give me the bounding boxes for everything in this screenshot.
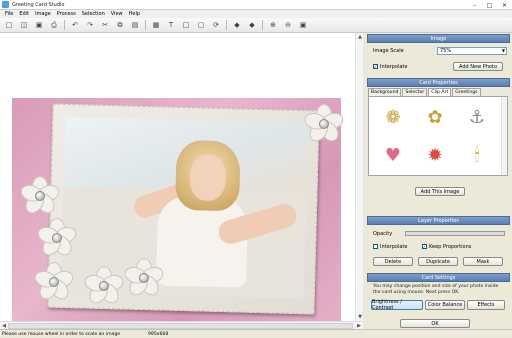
status-bar: Please use mouse wheel in order to scale… [0, 329, 512, 338]
explosion-icon[interactable]: ✹ [417, 139, 453, 171]
gold-brooch-icon[interactable]: ✿ [417, 101, 453, 133]
menu-edit[interactable]: Edit [16, 11, 32, 17]
chevron-down-icon: ▼ [501, 48, 505, 53]
layer-interpolate-checkbox[interactable] [373, 244, 378, 249]
status-dimensions: 995x668 [148, 331, 169, 337]
menu-process[interactable]: Process [54, 11, 79, 17]
toolbar-separator [262, 20, 263, 30]
image-scale-value: 75% [440, 48, 452, 54]
ok-button[interactable]: OK [400, 319, 470, 328]
tab-clip-art[interactable]: Clip Art [428, 88, 452, 96]
maximize-button[interactable]: □ [482, 0, 497, 10]
menu-image[interactable]: Image [32, 11, 54, 17]
status-message: Please use mouse wheel in order to scale… [2, 331, 121, 337]
heart-balloon-icon[interactable]: ♥ [375, 139, 411, 171]
flower-decoration [122, 258, 166, 299]
redo-icon[interactable]: ↷ [85, 20, 95, 30]
zoom-out-icon[interactable]: ⊖ [283, 20, 293, 30]
paste-icon[interactable]: ▤ [130, 20, 140, 30]
card-settings-header: Card Settings [367, 273, 510, 282]
window-title: Greeting Card Studio [12, 1, 65, 8]
new-icon[interactable]: □ [4, 20, 14, 30]
keep-proportions-label: Keep Proportions [429, 244, 472, 250]
canvas-area[interactable] [0, 33, 363, 321]
window-controls: – □ ✕ [467, 0, 512, 10]
menu-help[interactable]: Help [126, 11, 143, 17]
flower-decoration [32, 262, 76, 303]
card-properties-header: Card Properties [367, 78, 510, 87]
layer-properties-header: Layer Properties [367, 216, 510, 225]
candle-icon[interactable]: 🕯 [459, 139, 495, 171]
toolbar: □ ◫ ▣ ⎙ ↶ ↷ ✂ ⧉ ▤ ▦ T □ ▢ ⟳ ◆ ◆ ⊕ ⊖ ▣ [0, 18, 512, 33]
scroll-down-icon[interactable]: ▼ [356, 313, 364, 321]
opacity-slider[interactable] [405, 231, 505, 236]
image-icon[interactable]: ▦ [151, 20, 161, 30]
interpolate-checkbox[interactable]: ✓ [373, 64, 378, 69]
duplicate-button[interactable]: Duplicate [418, 257, 458, 266]
back-icon[interactable]: ◆ [232, 20, 242, 30]
flower-decoration [35, 218, 79, 259]
interpolate-label: Interpolate [380, 64, 408, 70]
image-scale-label: Image Scale [373, 48, 404, 54]
add-this-image-button[interactable]: Add This Image [415, 187, 465, 196]
flower-decoration [18, 176, 62, 217]
mask-button[interactable]: Mask [463, 257, 503, 266]
tab-greetings[interactable]: Greetings [452, 88, 481, 96]
undo-icon[interactable]: ↶ [70, 20, 80, 30]
card-properties-tabs: Background Selector Clip Art Greetings [368, 88, 482, 96]
greeting-card[interactable] [12, 98, 346, 321]
text-icon[interactable]: T [166, 20, 176, 30]
effects-button[interactable]: Effects [467, 300, 505, 310]
toolbar-separator [145, 20, 146, 30]
vertical-scrollbar[interactable]: ▲ ▼ [355, 33, 363, 321]
clipart-gallery: ❁ ✿ ⚓ ♥ ✹ 🕯 [368, 96, 508, 176]
toolbar-separator [64, 20, 65, 30]
properties-panel: Image Image Scale 75% ▼ ✓ Interpolate Ad… [365, 33, 512, 329]
toolbar-separator [226, 20, 227, 30]
flower-decoration [82, 266, 126, 307]
opacity-label: Opacity [373, 231, 393, 237]
anchor-icon[interactable]: ⚓ [459, 101, 495, 133]
open-icon[interactable]: ◫ [19, 20, 29, 30]
menu-view[interactable]: View [108, 11, 126, 17]
tab-selector[interactable]: Selector [402, 88, 428, 96]
image-section-header: Image [367, 34, 510, 43]
clipart-scrollbar[interactable] [501, 97, 507, 175]
scroll-up-icon[interactable]: ▲ [356, 33, 364, 41]
title-bar: Greeting Card Studio – □ ✕ [0, 0, 512, 10]
copy-icon[interactable]: ⧉ [115, 20, 125, 30]
flower-decoration [302, 104, 346, 145]
fit-icon[interactable]: ▣ [298, 20, 308, 30]
crop-icon[interactable]: □ [181, 20, 191, 30]
rotate-icon[interactable]: ⟳ [211, 20, 221, 30]
forward-icon[interactable]: ◆ [247, 20, 257, 30]
close-button[interactable]: ✕ [497, 0, 512, 10]
gold-brooch-icon[interactable]: ❁ [375, 101, 411, 133]
minimize-button[interactable]: – [467, 0, 482, 10]
select-icon[interactable]: ▢ [196, 20, 206, 30]
brightness-contrast-button[interactable]: Brightness / Contrast [371, 299, 423, 311]
cut-icon[interactable]: ✂ [100, 20, 110, 30]
app-icon [2, 1, 9, 8]
print-icon[interactable]: ⎙ [49, 20, 59, 30]
horizontal-scrollbar[interactable]: ◀ ▶ [0, 321, 363, 329]
menu-bar: File Edit Image Process Selection View H… [0, 10, 512, 18]
menu-selection[interactable]: Selection [79, 11, 108, 17]
layer-interpolate-label: Interpolate [380, 244, 408, 250]
save-icon[interactable]: ▣ [34, 20, 44, 30]
keep-proportions-checkbox[interactable]: ✓ [422, 244, 427, 249]
add-new-photo-button[interactable]: Add New Photo [453, 62, 503, 71]
image-scale-select[interactable]: 75% ▼ [437, 47, 507, 55]
tab-background[interactable]: Background [368, 88, 402, 96]
card-settings-info: You may change position and size of your… [373, 284, 499, 295]
color-balance-button[interactable]: Color Balance [425, 300, 465, 310]
zoom-in-icon[interactable]: ⊕ [268, 20, 278, 30]
delete-button[interactable]: Delete [373, 257, 413, 266]
photo-face [189, 154, 227, 202]
menu-file[interactable]: File [2, 11, 16, 17]
